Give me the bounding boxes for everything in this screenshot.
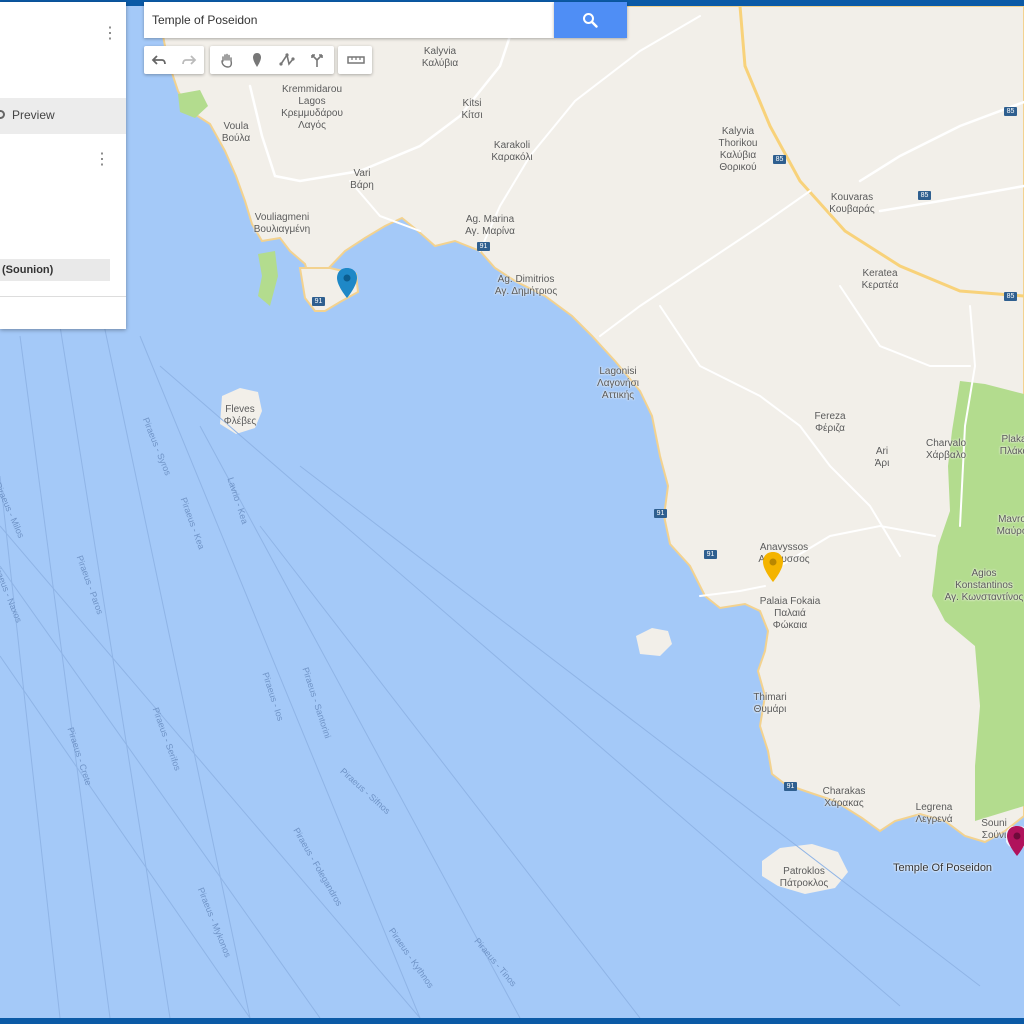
place-label: Legrena Λεγρενά: [915, 802, 953, 825]
map-side-panel: ⋮ Preview ⋮ (Sounion): [0, 2, 126, 329]
place-label: Lagonisi Λαγονήσι Αττικής: [597, 366, 639, 401]
map-marker-orange[interactable]: [762, 552, 784, 582]
route-shield: 85: [918, 191, 931, 200]
place-label: Fereza Φέριζα: [814, 411, 846, 434]
layer-options-icon[interactable]: ⋮: [94, 152, 110, 168]
undo-button[interactable]: [144, 46, 174, 74]
place-label: Patroklos Πάτροκλος: [779, 866, 829, 889]
ruler-icon: [347, 56, 365, 64]
redo-icon: [182, 55, 197, 65]
redo-button[interactable]: [174, 46, 204, 74]
route-shield: 91: [312, 297, 325, 306]
measure-button[interactable]: [340, 46, 370, 74]
route-shield: 91: [654, 509, 667, 518]
search-box: [144, 2, 554, 38]
place-label: Charvalo Χάρβαλο: [925, 438, 967, 461]
panel-divider: [0, 296, 126, 297]
map-marker-blue[interactable]: [336, 268, 358, 298]
map-frame: Glyfada ΓλυφάδαKalyvia ΚαλύβιαKremmidaro…: [0, 6, 1024, 1018]
marker-icon: [253, 53, 261, 67]
place-label: Karakoli Καρακόλι: [491, 140, 533, 163]
place-label: Voula Βούλα: [221, 121, 251, 144]
pan-button[interactable]: [212, 46, 242, 74]
place-label: Vari Βάρη: [350, 168, 374, 191]
place-label: Thimari Θυμάρι: [753, 692, 787, 715]
place-label: Kalyvia Thorikou Καλύβια Θορικού: [718, 126, 758, 173]
route-shield: 85: [1004, 292, 1017, 301]
preview-row[interactable]: Preview: [0, 98, 126, 134]
place-label: Ari Άρι: [874, 446, 890, 469]
route-shield: 85: [773, 155, 786, 164]
undo-redo-group: [144, 46, 204, 74]
search-input[interactable]: [152, 10, 542, 30]
search-button[interactable]: [554, 2, 627, 38]
place-label: Vouliagmeni Βουλιαγμένη: [253, 212, 311, 235]
preview-icon: [0, 110, 5, 119]
preview-label: Preview: [12, 108, 55, 122]
place-label: Plaka Πλάκα: [999, 434, 1024, 457]
tools-group: [210, 46, 334, 74]
polyline-icon: [279, 52, 295, 66]
route-shield: 85: [1004, 107, 1017, 116]
measure-group: [338, 46, 372, 74]
directions-icon: [311, 54, 323, 67]
map-marker-temple-of-poseidon[interactable]: [1006, 826, 1024, 856]
draw-line-button[interactable]: [272, 46, 302, 74]
place-label: Charakas Χάρακας: [822, 786, 866, 809]
place-label: Kremmidarou Lagos Κρεμμυδάρου Λαγός: [281, 84, 343, 131]
route-shield: 91: [704, 550, 717, 559]
add-marker-button[interactable]: [242, 46, 272, 74]
place-label: Ag. Dimitrios Αγ. Δημήτριος: [494, 274, 558, 297]
place-label: Kalyvia Καλύβια: [421, 46, 459, 69]
search-icon: [583, 13, 598, 28]
place-label: Souni Σούνι: [981, 818, 1007, 841]
place-label: Kouvaras Κουβαράς: [829, 192, 875, 215]
place-label: Ag. Marina Αγ. Μαρίνα: [465, 214, 515, 237]
place-label: Palaia Fokaia Παλαιά Φώκαια: [759, 596, 821, 631]
poi-label-temple-of-poseidon[interactable]: Temple Of Poseidon: [893, 862, 992, 874]
hand-icon: [221, 53, 233, 68]
place-label: Kitsi Κίτσι: [461, 98, 483, 121]
place-label: Keratea Κερατέα: [861, 268, 899, 291]
layer-item-label: (Sounion): [2, 264, 54, 276]
place-label: Agios Konstantinos Αγ. Κωνσταντίνος: [944, 568, 1024, 603]
route-shield: 91: [477, 242, 490, 251]
directions-button[interactable]: [302, 46, 332, 74]
layer-list-item[interactable]: (Sounion): [0, 259, 110, 281]
more-options-icon[interactable]: ⋮: [102, 26, 118, 42]
route-shield: 91: [784, 782, 797, 791]
undo-icon: [151, 55, 166, 65]
place-label: Fleves Φλέβες: [223, 404, 257, 427]
place-label: Mavro Μαύρο: [996, 514, 1024, 537]
